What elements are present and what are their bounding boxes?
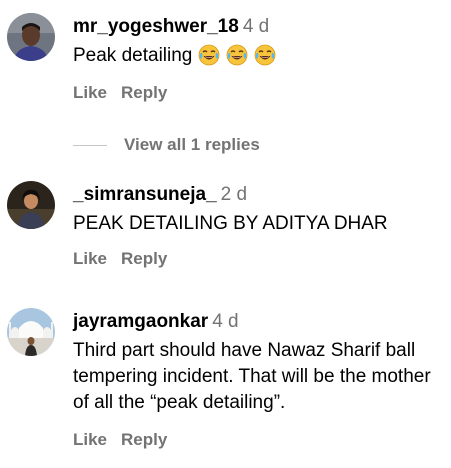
avatar[interactable]	[7, 13, 55, 61]
reply-button[interactable]: Reply	[121, 83, 167, 102]
comment-timestamp: 4 d	[212, 311, 239, 332]
comment-username[interactable]: mr_yogeshwer_18	[73, 16, 239, 37]
comment-text: Third part should have Nawaz Sharif ball…	[73, 340, 431, 413]
comment-text: Peak detailing	[73, 45, 193, 66]
comment-timestamp: 4 d	[242, 16, 270, 37]
face-with-tears-of-joy-icon	[198, 44, 220, 66]
comment-actions: Like Reply	[73, 249, 167, 269]
reply-button[interactable]: Reply	[121, 249, 167, 268]
like-button[interactable]: Like	[73, 83, 107, 102]
comment-text: PEAK DETAILING BY ADITYA DHAR	[73, 213, 388, 234]
avatar[interactable]	[7, 181, 55, 229]
face-with-tears-of-joy-icon	[254, 44, 276, 66]
avatar[interactable]	[7, 308, 55, 356]
comment-timestamp: 2 d	[220, 184, 248, 205]
reply-button[interactable]: Reply	[121, 430, 167, 449]
face-with-tears-of-joy-icon	[226, 44, 248, 66]
like-button[interactable]: Like	[73, 249, 107, 268]
comment-actions: Like Reply	[73, 430, 167, 450]
avatar-photo	[7, 308, 55, 356]
avatar-photo	[7, 181, 55, 229]
like-button[interactable]: Like	[73, 430, 107, 449]
comment-text-wrap: Peak detailing	[73, 43, 445, 74]
view-replies-divider	[73, 144, 107, 146]
comment-actions: Like Reply	[73, 83, 167, 103]
emoji-group	[198, 44, 282, 74]
avatar-photo	[7, 13, 55, 61]
view-replies-button[interactable]: View all 1 replies	[73, 134, 260, 156]
comment-username[interactable]: _simransuneja_	[73, 184, 217, 205]
comment-username[interactable]: jayramgaonkar	[73, 311, 208, 332]
view-replies-label: View all 1 replies	[124, 135, 260, 154]
